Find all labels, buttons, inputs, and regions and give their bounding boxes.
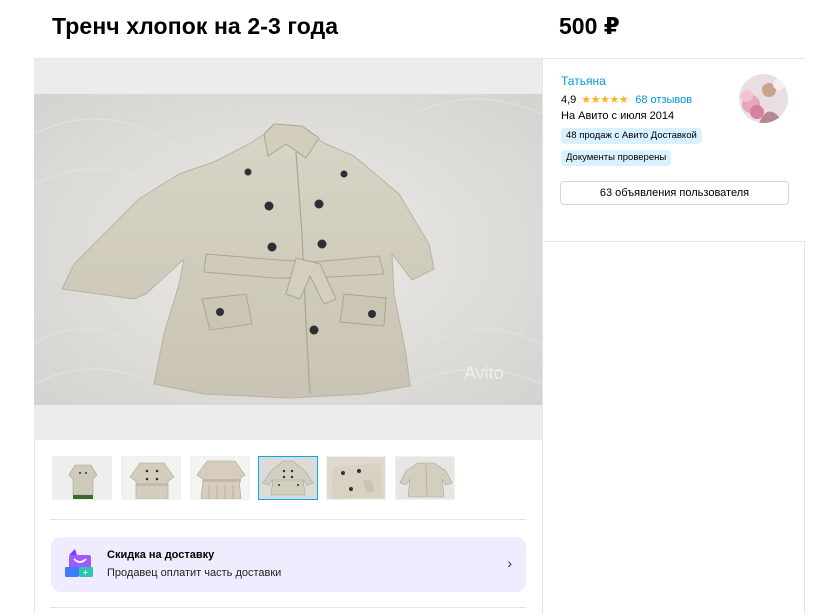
thumbnail-1[interactable] — [52, 456, 112, 500]
thumbnail-3[interactable] — [190, 456, 250, 500]
seller-name-link[interactable]: Татьяна — [561, 74, 606, 88]
thumbnail-6[interactable] — [395, 456, 455, 500]
seller-rating-value: 4,9 — [561, 94, 577, 106]
divider-top — [50, 519, 526, 520]
thumbnail-5[interactable] — [326, 456, 386, 500]
listing-price: 500 ₽ — [559, 13, 620, 39]
promo-title: Скидка на доставку — [107, 549, 215, 561]
listing-main-column: Avito + Скидка на доставку Продавец опла… — [34, 59, 543, 614]
svg-text:+: + — [83, 568, 88, 577]
delivery-discount-icon: + — [65, 549, 95, 579]
thumbnail-2[interactable] — [121, 456, 181, 500]
avatar[interactable] — [739, 74, 788, 123]
seller-since: На Авито с июля 2014 — [561, 110, 675, 122]
badge-documents-verified: Документы проверены — [561, 150, 672, 166]
delivery-discount-banner[interactable]: + Скидка на доставку Продавец оплатит ча… — [51, 537, 526, 592]
thumbnail-strip — [34, 456, 542, 502]
main-photo[interactable]: Avito — [34, 94, 542, 405]
thumbnail-4[interactable] — [258, 456, 318, 500]
listing-title: Тренч хлопок на 2-3 года — [52, 13, 339, 39]
seller-card: Татьяна 4,9 ★★★★★ 68 отзывов На Авито с … — [544, 59, 805, 242]
listing-header: Тренч хлопок на 2-3 года 500 ₽ — [34, 0, 805, 59]
promo-subtitle: Продавец оплатит часть доставки — [107, 567, 282, 579]
photo-gallery[interactable]: Avito — [34, 59, 542, 440]
avito-watermark: Avito — [464, 363, 504, 383]
divider-bottom — [50, 607, 526, 608]
reviews-link[interactable]: 68 отзывов — [635, 94, 692, 106]
user-listings-button[interactable]: 63 объявления пользователя — [560, 181, 789, 205]
rating-stars-icon: ★★★★★ — [581, 94, 629, 106]
seller-rating-row: 4,9 ★★★★★ 68 отзывов — [561, 93, 692, 106]
chevron-right-icon[interactable]: › — [507, 555, 512, 571]
badge-delivery-sales: 48 продаж с Авито Доставкой — [561, 128, 702, 144]
